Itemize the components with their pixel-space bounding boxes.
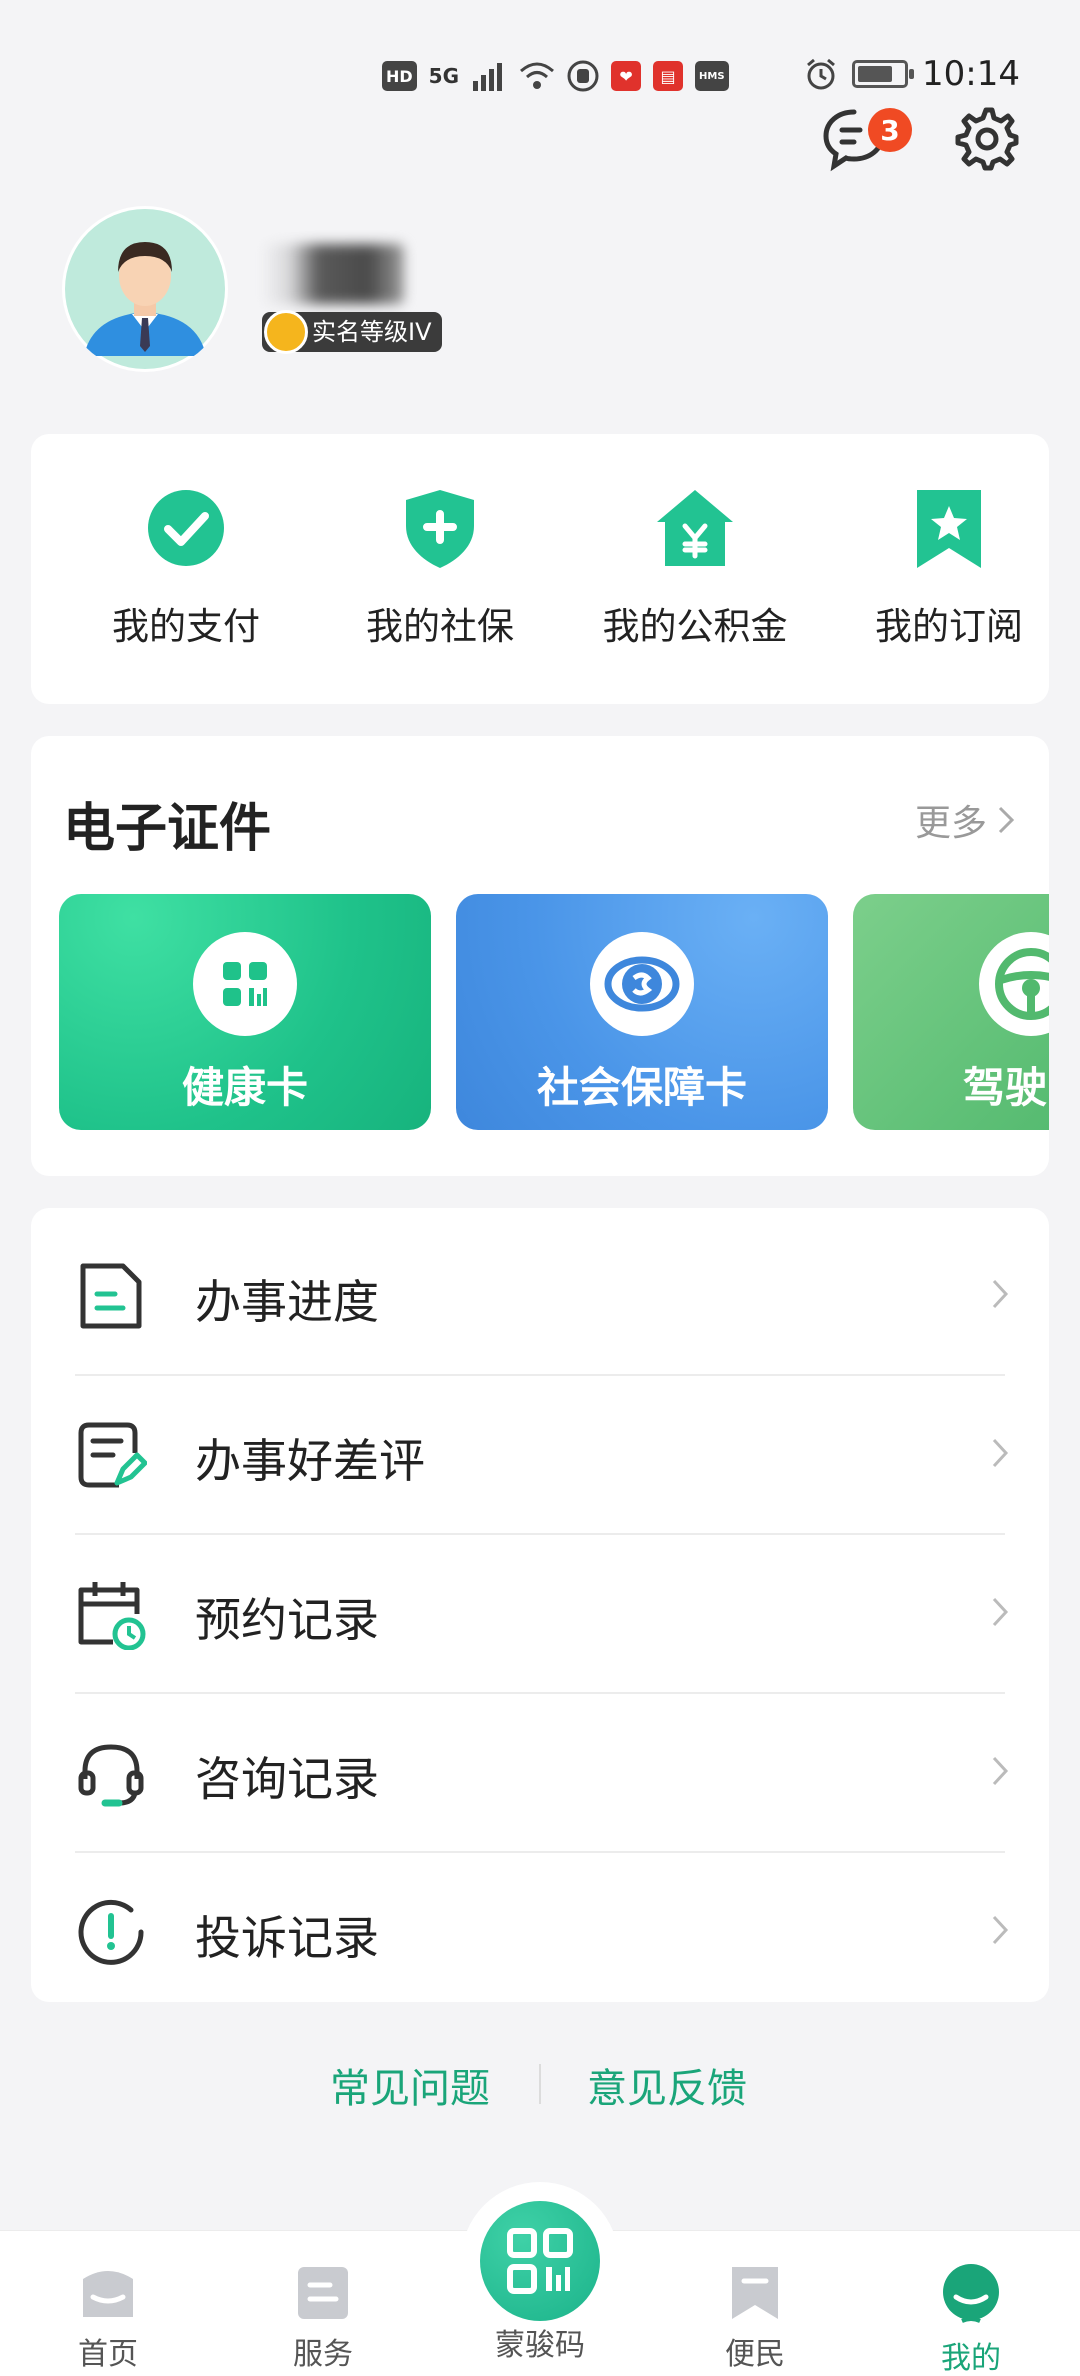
gear-icon[interactable] <box>952 104 1020 172</box>
message-badge: 3 <box>868 108 912 152</box>
more-link[interactable]: 更多 <box>915 794 1015 846</box>
user-avatar-icon <box>65 209 225 369</box>
bookmark-star-icon <box>917 490 981 568</box>
list-item-consultations[interactable]: 咨询记录 <box>31 1693 1049 1852</box>
faq-link[interactable]: 常见问题 <box>330 2056 490 2114</box>
bookmark-icon <box>732 2267 778 2319</box>
chevron-right-icon <box>998 806 1015 834</box>
quick-item-label: 我的社保 <box>366 605 514 648</box>
list-item-review[interactable]: 办事好差评 <box>31 1375 1049 1534</box>
footer-divider <box>539 2064 541 2104</box>
headset-icon <box>78 1744 144 1807</box>
services-icon <box>298 2267 348 2319</box>
app-notification-icon: ❤ <box>611 61 642 91</box>
list-item-label: 预约记录 <box>195 1593 379 1647</box>
qr-grid-icon <box>193 932 297 1036</box>
network-indicator: 5G <box>428 64 460 88</box>
alarm-icon <box>807 58 835 90</box>
avatar[interactable] <box>62 206 228 372</box>
list-item-label: 投诉记录 <box>195 1911 379 1965</box>
list-item-label: 办事好差评 <box>195 1434 425 1488</box>
health-card-tile[interactable]: 健康卡 <box>59 894 431 1130</box>
battery-icon <box>852 60 915 88</box>
review-edit-icon <box>78 1422 147 1488</box>
chevron-right-icon <box>992 1915 1009 1945</box>
quick-item-label: 我的公积金 <box>602 605 788 648</box>
quick-item-label: 我的支付 <box>112 605 260 648</box>
health-code-label: 蒙骏码 <box>495 2328 585 2363</box>
more-label: 更多 <box>914 803 987 844</box>
list-item-progress[interactable]: 办事进度 <box>31 1216 1049 1375</box>
chevron-right-icon <box>992 1756 1009 1786</box>
card-label: 驾驶 <box>963 1063 1048 1112</box>
document-icon <box>80 1263 142 1329</box>
quick-item-social-insurance[interactable]: 我的社保 <box>330 486 550 650</box>
footer-links: 常见问题 意见反馈 <box>0 2056 1080 2116</box>
certificates-card: 电子证件 更多 健康卡 社会保障卡 驾驶 <box>31 736 1049 1176</box>
house-yuan-icon <box>657 490 733 566</box>
chevron-right-icon <box>992 1438 1009 1468</box>
wifi-icon <box>520 62 555 89</box>
hand-icon <box>567 60 599 92</box>
book-notification-icon: ▤ <box>653 61 684 91</box>
driving-license-tile[interactable]: 驾驶 <box>853 894 1049 1130</box>
section-title: 电子证件 <box>63 799 272 859</box>
si-logo-icon <box>590 932 694 1036</box>
chevron-right-icon <box>992 1597 1009 1627</box>
list-item-complaints[interactable]: 投诉记录 <box>31 1852 1049 2011</box>
card-label: 社会保障卡 <box>536 1063 747 1112</box>
status-right: 10:14 <box>804 54 1020 94</box>
username-redacted <box>262 244 404 304</box>
quick-item-label: 我的订阅 <box>875 605 1023 648</box>
list-item-label: 咨询记录 <box>195 1752 379 1806</box>
card-label: 健康卡 <box>181 1063 308 1112</box>
verification-level: 实名等级IV <box>312 318 432 346</box>
social-security-card-tile[interactable]: 社会保障卡 <box>456 894 828 1130</box>
qr-code-icon <box>480 2201 600 2321</box>
quick-item-payment[interactable]: 我的支付 <box>76 486 296 650</box>
shield-plus-icon <box>406 490 474 568</box>
steering-wheel-icon <box>979 932 1049 1036</box>
verification-badge: 实名等级IV <box>262 310 442 354</box>
mine-icon <box>943 2264 999 2323</box>
quick-actions-card: 我的支付 我的社保 我的公积金 我的订阅 <box>31 434 1049 704</box>
exclamation-circle-icon <box>78 1899 144 1965</box>
status-bar: HD 5G ❤ ▤ HMS 10:14 <box>0 52 1080 108</box>
check-circle-icon <box>148 490 224 566</box>
records-list-card: 办事进度 办事好差评 预约记录 咨询记录 投诉记录 <box>31 1208 1049 2002</box>
quick-item-housing-fund[interactable]: 我的公积金 <box>585 486 805 650</box>
hd-indicator: HD <box>382 61 417 91</box>
signal-icon <box>473 63 503 91</box>
quick-item-subscriptions[interactable]: 我的订阅 <box>839 486 1059 650</box>
clock: 10:14 <box>922 54 1020 94</box>
health-code-button[interactable] <box>461 2182 619 2340</box>
chevron-right-icon <box>992 1279 1009 1309</box>
calendar-clock-icon <box>78 1582 146 1650</box>
home-icon <box>83 2271 133 2317</box>
hms-indicator: HMS <box>695 61 729 91</box>
status-icons: HD 5G ❤ ▤ HMS <box>382 60 729 92</box>
verified-user-icon <box>264 310 308 354</box>
list-item-label: 办事进度 <box>195 1275 379 1329</box>
feedback-link[interactable]: 意见反馈 <box>587 2056 747 2114</box>
list-item-appointments[interactable]: 预约记录 <box>31 1534 1049 1693</box>
